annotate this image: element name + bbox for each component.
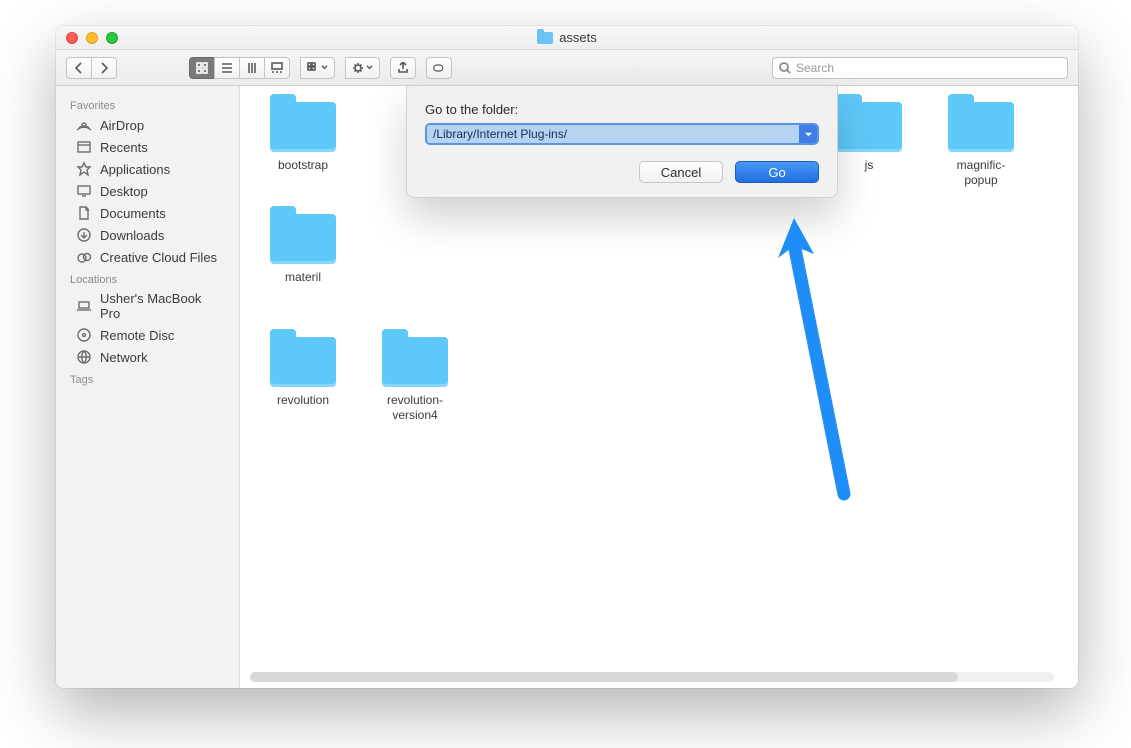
finder-window: assets Search Favorites	[56, 26, 1078, 688]
documents-icon	[76, 205, 92, 221]
folder-icon	[836, 102, 902, 152]
tags-button[interactable]	[426, 57, 452, 79]
nav-buttons	[66, 57, 117, 79]
titlebar: assets	[56, 26, 1078, 50]
folder-icon	[270, 337, 336, 387]
button-label: Cancel	[661, 165, 701, 180]
folder-item[interactable]: magnific-popup	[942, 102, 1020, 188]
go-button[interactable]: Go	[735, 161, 819, 183]
sidebar-item-documents[interactable]: Documents	[56, 202, 239, 224]
creative-cloud-icon	[76, 249, 92, 265]
folder-item[interactable]: bootstrap	[264, 102, 342, 188]
button-label: Go	[768, 165, 785, 180]
recents-icon	[76, 139, 92, 155]
chevron-down-icon	[804, 130, 813, 139]
horizontal-scrollbar[interactable]	[250, 672, 1054, 682]
sidebar-item-label: Creative Cloud Files	[100, 250, 217, 265]
minimize-window-button[interactable]	[86, 32, 98, 44]
back-button[interactable]	[66, 57, 92, 79]
laptop-icon	[76, 298, 92, 314]
applications-icon	[76, 161, 92, 177]
sidebar-item-label: Recents	[100, 140, 148, 155]
folder-icon	[270, 214, 336, 264]
folder-path-input[interactable]	[427, 125, 799, 143]
sidebar-item-creative-cloud[interactable]: Creative Cloud Files	[56, 246, 239, 268]
zoom-window-button[interactable]	[106, 32, 118, 44]
column-view-button[interactable]	[239, 57, 265, 79]
gallery-view-button[interactable]	[264, 57, 290, 79]
file-label: js	[865, 158, 874, 173]
file-label: bootstrap	[278, 158, 328, 173]
close-window-button[interactable]	[66, 32, 78, 44]
sidebar-item-airdrop[interactable]: AirDrop	[56, 114, 239, 136]
folder-item[interactable]: js	[830, 102, 908, 188]
sidebar-item-label: Network	[100, 350, 148, 365]
cancel-button[interactable]: Cancel	[639, 161, 723, 183]
scrollbar-thumb[interactable]	[250, 672, 958, 682]
search-field[interactable]: Search	[772, 57, 1068, 79]
file-label: revolution	[277, 393, 329, 408]
sidebar-item-label: Remote Disc	[100, 328, 174, 343]
list-view-button[interactable]	[214, 57, 240, 79]
search-placeholder: Search	[796, 61, 834, 75]
desktop-icon	[76, 183, 92, 199]
icon-view-button[interactable]	[189, 57, 215, 79]
folder-icon	[382, 337, 448, 387]
sidebar: Favorites AirDrop Recents Applications D…	[56, 86, 240, 688]
sidebar-header-locations: Locations	[56, 268, 239, 288]
sidebar-item-desktop[interactable]: Desktop	[56, 180, 239, 202]
sidebar-header-favorites: Favorites	[56, 94, 239, 114]
sidebar-item-macbook[interactable]: Usher's MacBook Pro	[56, 288, 239, 324]
forward-button[interactable]	[91, 57, 117, 79]
folder-item[interactable]: materil	[264, 214, 342, 285]
share-button[interactable]	[390, 57, 416, 79]
sidebar-item-remote-disc[interactable]: Remote Disc	[56, 324, 239, 346]
file-label: materil	[285, 270, 321, 285]
sidebar-item-downloads[interactable]: Downloads	[56, 224, 239, 246]
folder-icon	[948, 102, 1014, 152]
sidebar-item-label: Desktop	[100, 184, 148, 199]
traffic-lights	[56, 32, 118, 44]
combo-dropdown-button[interactable]	[799, 125, 817, 143]
title: assets	[56, 30, 1078, 45]
folder-path-combo[interactable]	[425, 123, 819, 145]
folder-item[interactable]: revolution	[264, 337, 342, 423]
toolbar: Search	[56, 50, 1078, 86]
sidebar-item-label: AirDrop	[100, 118, 144, 133]
sidebar-item-label: Downloads	[100, 228, 164, 243]
sidebar-item-label: Documents	[100, 206, 166, 221]
arrange-group	[300, 57, 335, 79]
sidebar-item-network[interactable]: Network	[56, 346, 239, 368]
folder-item[interactable]: revolution-version4	[376, 337, 454, 423]
network-icon	[76, 349, 92, 365]
file-label: magnific-popup	[942, 158, 1020, 188]
file-label: revolution-version4	[376, 393, 454, 423]
search-icon	[779, 62, 791, 74]
airdrop-icon	[76, 117, 92, 133]
go-to-folder-dialog: Go to the folder: Cancel Go	[406, 86, 838, 198]
folder-icon	[537, 32, 553, 44]
window-title: assets	[559, 30, 597, 45]
folder-icon	[270, 102, 336, 152]
view-switch	[189, 57, 290, 79]
arrange-button[interactable]	[300, 57, 335, 79]
sidebar-header-tags: Tags	[56, 368, 239, 388]
action-group	[345, 57, 380, 79]
sidebar-item-applications[interactable]: Applications	[56, 158, 239, 180]
disc-icon	[76, 327, 92, 343]
dialog-actions: Cancel Go	[425, 161, 819, 183]
downloads-icon	[76, 227, 92, 243]
dialog-label: Go to the folder:	[425, 102, 819, 117]
sidebar-item-label: Applications	[100, 162, 170, 177]
action-button[interactable]	[345, 57, 380, 79]
sidebar-item-recents[interactable]: Recents	[56, 136, 239, 158]
sidebar-item-label: Usher's MacBook Pro	[100, 291, 225, 321]
